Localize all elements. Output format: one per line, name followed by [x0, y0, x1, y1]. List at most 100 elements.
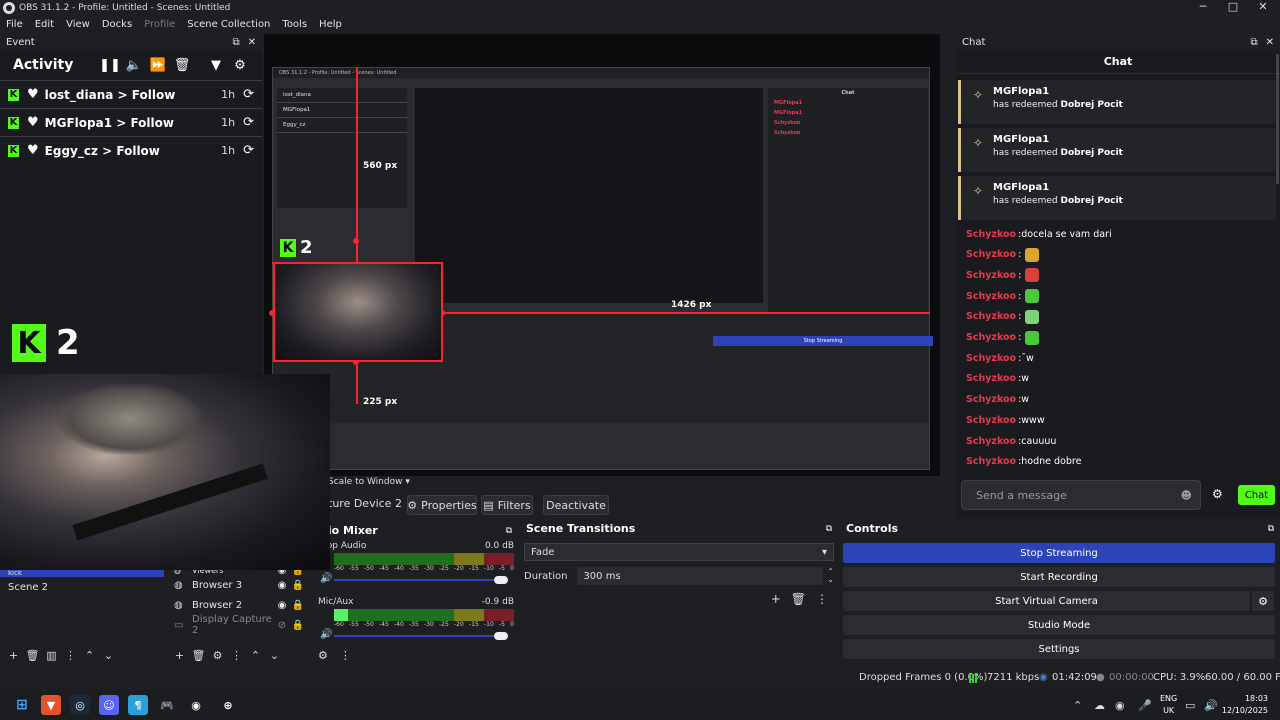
vpn-icon[interactable]: ◉ [1115, 699, 1125, 712]
nested-chat-line: MGFlopa1 [774, 110, 803, 116]
camera-overlay [0, 374, 330, 570]
move-down-icon[interactable]: ⌄ [265, 649, 284, 662]
source-row[interactable]: ◍ Browser 2 ◉ 🔒 [166, 595, 306, 615]
scene-item[interactable]: Scene 2 [0, 577, 164, 597]
start-virtual-camera-button[interactable]: Start Virtual Camera [843, 591, 1250, 611]
replay-icon[interactable]: ⟳ [243, 115, 254, 130]
width-label: 1426 px [671, 300, 712, 310]
minimize-button[interactable]: ─ [1188, 0, 1218, 16]
reward-name: Dobrej Pocit [1060, 100, 1123, 110]
remove-icon[interactable]: 🗑 [23, 649, 42, 662]
add-icon[interactable]: + [4, 649, 23, 662]
cloud-icon[interactable]: ☁ [1094, 699, 1105, 712]
filters-button[interactable]: ▤ Filters [481, 495, 533, 515]
game-controller-icon[interactable]: 🎮 [157, 695, 177, 715]
close-window-button[interactable]: ✕ [1248, 0, 1278, 16]
chat-username: Schyzkoo [966, 435, 1017, 447]
nested-chat-line: Schyzkoo [774, 130, 801, 136]
guide-handle[interactable] [353, 238, 359, 244]
tray-expand-icon[interactable]: ⌃ [1073, 699, 1082, 712]
preview-canvas[interactable]: OBS 31.1.2 - Profile: Untitled - Scenes:… [264, 34, 940, 476]
scene-item-selected[interactable]: kick [0, 569, 164, 577]
close-icon[interactable]: ✕ [248, 37, 256, 48]
stop-streaming-button[interactable]: Stop Streaming [843, 543, 1275, 563]
menu-view[interactable]: View [60, 19, 96, 30]
discord-icon[interactable]: ☺ [99, 695, 119, 715]
filter-icon[interactable]: ▼ [204, 58, 228, 73]
chat-scrollbar[interactable] [1276, 54, 1279, 184]
menu-docks[interactable]: Docks [96, 19, 138, 30]
settings-gear-icon[interactable]: ⚙ [228, 58, 252, 73]
volume-slider[interactable]: 🔊 [320, 629, 514, 643]
move-up-icon[interactable]: ⌃ [80, 649, 99, 662]
filters-icon[interactable]: ▥ [42, 649, 61, 662]
add-icon[interactable]: + [771, 592, 781, 606]
chat-send-button[interactable]: Chat [1238, 485, 1275, 505]
start-recording-button[interactable]: Start Recording [843, 567, 1275, 587]
duration-stepper[interactable]: ⌃ ⌄ [827, 568, 834, 584]
skip-icon[interactable]: ⏩ [146, 58, 170, 73]
menu-profile[interactable]: Profile [138, 19, 181, 30]
replay-icon[interactable]: ⟳ [243, 87, 254, 102]
sources-toolbar: + 🗑 ⚙ ⋮ ⌃ ⌄ [170, 649, 284, 662]
float-icon[interactable]: ⧉ [1268, 524, 1274, 534]
settings-icon[interactable]: ⚙ [208, 649, 227, 662]
close-icon[interactable]: ✕ [1266, 37, 1274, 48]
move-up-icon[interactable]: ⌃ [246, 649, 265, 662]
system-clock[interactable]: 18:03 12/10/2025 [1222, 693, 1268, 717]
float-icon[interactable]: ⧉ [506, 526, 512, 536]
source-row[interactable]: ◍ Browser 3 ◉ 🔒 [166, 575, 306, 595]
menu-file[interactable]: File [0, 19, 29, 30]
capture-tool-icon[interactable]: ⊕ [218, 695, 238, 715]
source-row[interactable]: ▭ Display Capture 2 ⊘ 🔒 [166, 614, 306, 636]
menu-scene-collection[interactable]: Scene Collection [181, 19, 276, 30]
deactivate-button[interactable]: Deactivate [543, 495, 609, 515]
chat-input[interactable]: Send a message ☻ [961, 480, 1201, 510]
language-indicator[interactable]: ENG UK [1160, 693, 1177, 717]
replay-icon[interactable]: ⟳ [243, 143, 254, 158]
more-icon[interactable]: ⋮ [340, 649, 351, 662]
volume-tray-icon[interactable]: 🔊 [1204, 699, 1218, 712]
properties-button[interactable]: ⚙ Properties [407, 495, 477, 515]
brave-icon[interactable]: ▼ [41, 695, 61, 715]
float-icon[interactable]: ⧉ [1250, 37, 1257, 48]
float-icon[interactable]: ⧉ [232, 37, 239, 48]
volume-icon[interactable]: 🔈 [122, 58, 146, 73]
notepad-icon[interactable]: ¶ [128, 695, 148, 715]
scale-label[interactable]: Scale to Window ▾ [328, 477, 410, 487]
virtual-camera-settings-icon[interactable]: ⚙ [1252, 591, 1274, 611]
emote-icon [1025, 289, 1040, 304]
emoji-icon[interactable]: ☻ [1181, 489, 1192, 502]
preview-camera-source[interactable] [273, 262, 443, 362]
pause-icon[interactable]: ❚❚ [98, 58, 122, 73]
maximize-button[interactable]: □ [1218, 0, 1248, 16]
chat-username: Schyzkoo [966, 394, 1017, 406]
chat-settings-icon[interactable]: ⚙ [1212, 487, 1223, 501]
menu-tools[interactable]: Tools [276, 19, 313, 30]
obs-taskbar-icon[interactable]: ◉ [186, 695, 206, 715]
menu-help[interactable]: Help [313, 19, 348, 30]
transition-select[interactable]: Fade ▾ [524, 543, 834, 561]
more-icon[interactable]: ⋮ [816, 592, 828, 606]
guide-line-horizontal [442, 312, 930, 314]
move-down-icon[interactable]: ⌄ [99, 649, 118, 662]
more-icon[interactable]: ⋮ [227, 649, 246, 662]
steam-icon[interactable]: ◎ [70, 695, 90, 715]
advanced-audio-icon[interactable]: ⚙ [318, 649, 328, 662]
volume-slider[interactable]: 🔊 [320, 573, 514, 587]
controls-panel: Controls ⧉ Stop Streaming Start Recordin… [840, 520, 1280, 666]
trash-icon[interactable]: 🗑 [170, 58, 194, 73]
redeem-message: ✧ MGFlopa1 has redeemed Dobrej Pocit [958, 176, 1276, 220]
more-icon[interactable]: ⋮ [61, 649, 80, 662]
settings-button[interactable]: Settings [843, 639, 1275, 659]
studio-mode-button[interactable]: Studio Mode [843, 615, 1275, 635]
remove-icon[interactable]: 🗑 [189, 649, 208, 662]
add-icon[interactable]: + [170, 649, 189, 662]
duration-input[interactable]: 300 ms [577, 567, 824, 585]
windows-start-icon[interactable]: ⊞ [12, 695, 32, 715]
float-icon[interactable]: ⧉ [826, 524, 832, 534]
remove-icon[interactable]: 🗑 [791, 592, 806, 606]
menu-edit[interactable]: Edit [29, 19, 60, 30]
network-icon[interactable]: ▭ [1185, 699, 1195, 712]
microphone-icon[interactable]: 🎤 [1138, 699, 1152, 712]
